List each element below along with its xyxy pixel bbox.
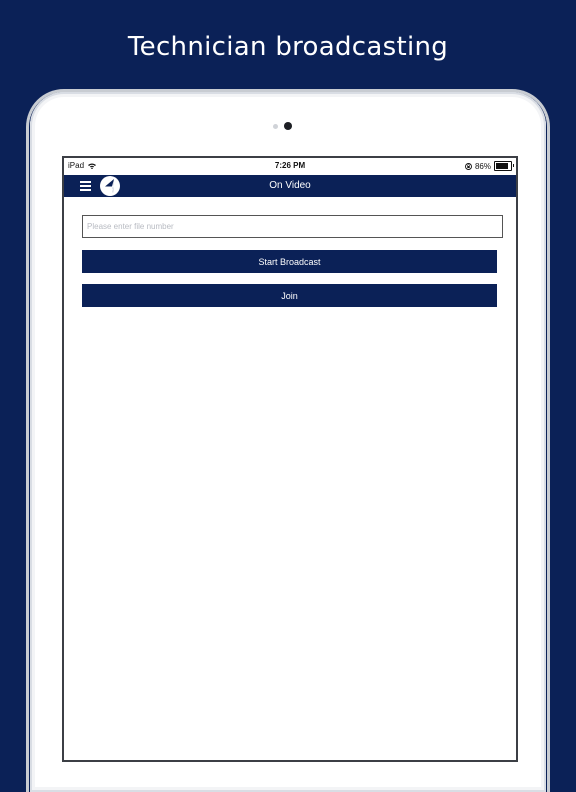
file-number-input[interactable] xyxy=(82,215,503,238)
battery-percent: 86% xyxy=(474,161,491,171)
app-navbar: On Video xyxy=(64,175,516,197)
orientation-lock-icon xyxy=(465,162,472,170)
promo-headline: Technician broadcasting xyxy=(127,32,449,62)
status-time: 7:26 PM xyxy=(274,161,306,170)
front-camera xyxy=(284,122,292,130)
start-broadcast-button[interactable]: Start Broadcast xyxy=(82,250,497,273)
status-bar: iPad 7:26 PM 86% xyxy=(64,158,516,175)
join-button[interactable]: Join xyxy=(82,284,497,307)
battery-icon xyxy=(494,161,514,171)
device-screen: iPad 7:26 PM 86% On Video Please enter f… xyxy=(62,156,518,762)
status-right: 86% xyxy=(465,161,514,171)
battery-level xyxy=(496,163,509,169)
page-title: On Video xyxy=(269,180,311,191)
proximity-sensor xyxy=(273,124,278,129)
